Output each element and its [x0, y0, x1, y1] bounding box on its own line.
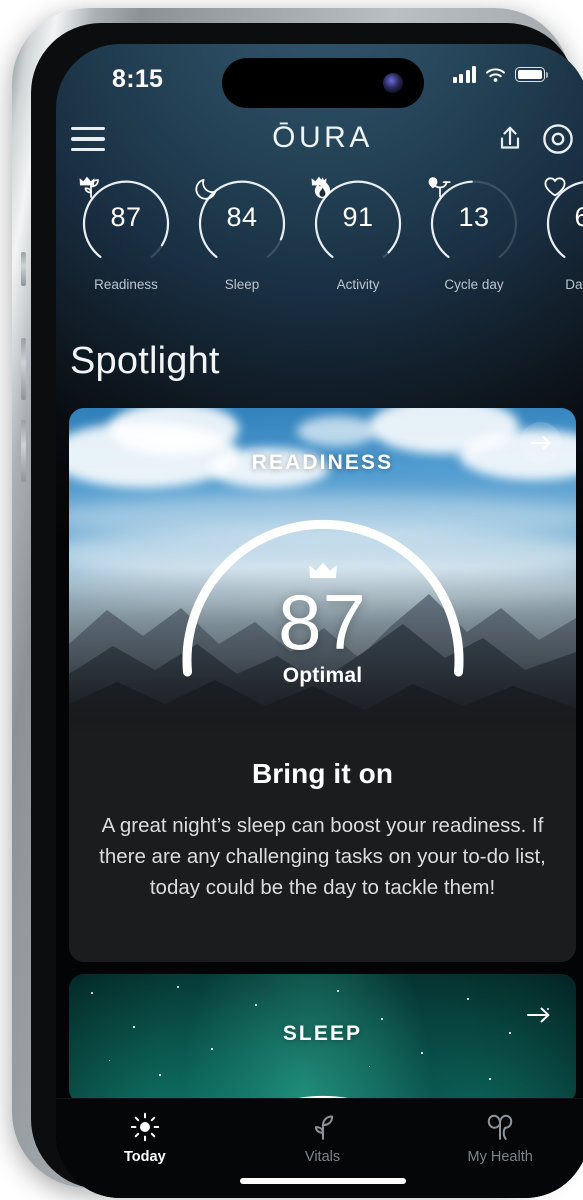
tab-label: Vitals	[304, 1149, 341, 1165]
phone-frame: 8:15 ŌURA 87 Readiness 84 Sleep 91 Activ…	[12, 8, 583, 1198]
ring-value: 91	[342, 201, 374, 232]
metric-rings-row[interactable]: 87 Readiness 84 Sleep 91 Activity 13 Cyc…	[56, 176, 583, 321]
ring-value: 84	[226, 201, 258, 232]
card-headline: Bring it on	[251, 758, 394, 789]
screenshot-stage: 8:15 ŌURA 87 Readiness 84 Sleep 91 Activ…	[0, 0, 583, 1200]
ring-gauge: 87	[79, 176, 173, 270]
bottom-tab-bar: Today Vitals My Health	[56, 1098, 583, 1198]
ring-value: 87	[110, 201, 142, 232]
silent-switch-button[interactable]	[21, 252, 26, 286]
ring-value: 13	[458, 201, 490, 232]
cellular-signal-icon	[452, 66, 476, 83]
sprout-icon	[308, 1111, 338, 1143]
phone-screen: 8:15 ŌURA 87 Readiness 84 Sleep 91 Activ…	[56, 44, 583, 1198]
battery-icon	[515, 67, 549, 82]
ring-gauge: 65	[543, 176, 583, 270]
ring-content: 84	[195, 176, 289, 270]
ring-content: 65	[543, 176, 583, 270]
metric-ring-cycle-day[interactable]: 13 Cycle day	[416, 176, 532, 292]
tab-today[interactable]: Today	[56, 1111, 234, 1165]
volume-up-button[interactable]	[21, 338, 26, 400]
card-kicker-label: READINESS	[251, 451, 394, 474]
ring-label: Daytime	[565, 277, 583, 292]
spotlight-card-readiness[interactable]: READINESS 87 Optimal Bring it on A great…	[69, 408, 576, 962]
tab-vitals[interactable]: Vitals	[234, 1111, 412, 1165]
ring-label: Activity	[336, 277, 380, 292]
ring-content: 87	[79, 176, 173, 270]
phone-bezel: 8:15 ŌURA 87 Readiness 84 Sleep 91 Activ…	[31, 23, 583, 1198]
ring-content: 13	[427, 176, 521, 270]
readiness-state-label: Optimal	[282, 664, 363, 688]
ring-label: Sleep	[224, 277, 260, 292]
metric-ring-activity[interactable]: 91 Activity	[300, 176, 416, 292]
metric-ring-readiness[interactable]: 87 Readiness	[68, 176, 184, 292]
share-icon[interactable]	[495, 123, 525, 155]
ring-label: Cycle day	[444, 277, 504, 292]
sun-icon	[130, 1111, 160, 1143]
spotlight-section-title: Spotlight	[70, 340, 220, 382]
oura-app: 8:15 ŌURA 87 Readiness 84 Sleep 91 Activ…	[56, 44, 583, 1198]
spotlight-card-sleep[interactable]: SLEEP	[69, 974, 576, 1104]
ring-content: 91	[311, 176, 405, 270]
metric-ring-daytime[interactable]: 65 Daytime	[532, 176, 583, 292]
ring-gauge: 91	[311, 176, 405, 270]
tab-label: My Health	[467, 1149, 533, 1165]
card-body-text: A great night’s sleep can boost your rea…	[99, 814, 546, 900]
wifi-icon	[486, 68, 505, 82]
status-bar: 8:15	[56, 44, 583, 108]
gauge-center-content: 87 Optimal	[159, 558, 487, 688]
card-kicker-label: SLEEP	[282, 1022, 363, 1045]
oura-ring-icon[interactable]	[541, 122, 575, 156]
status-bar-indicators	[452, 66, 549, 83]
tree-icon	[485, 1111, 515, 1143]
dynamic-island	[222, 58, 424, 108]
ring-gauge: 84	[195, 176, 289, 270]
volume-down-button[interactable]	[21, 420, 26, 482]
readiness-gauge: 87 Optimal	[159, 496, 487, 696]
header-actions	[495, 122, 575, 156]
status-bar-time: 8:15	[112, 65, 164, 93]
app-header: ŌURA	[56, 110, 583, 168]
ring-value: 65	[574, 201, 583, 232]
readiness-score: 87	[278, 578, 367, 666]
app-scroll-area[interactable]: 8:15 ŌURA 87 Readiness 84 Sleep 91 Activ…	[56, 44, 583, 1198]
ring-label: Readiness	[94, 277, 158, 292]
home-indicator[interactable]	[239, 1178, 406, 1184]
front-camera-icon	[383, 73, 403, 93]
ring-gauge: 13	[427, 176, 521, 270]
tab-my-health[interactable]: My Health	[411, 1111, 583, 1165]
tab-label: Today	[124, 1149, 166, 1165]
metric-ring-sleep[interactable]: 84 Sleep	[184, 176, 300, 292]
